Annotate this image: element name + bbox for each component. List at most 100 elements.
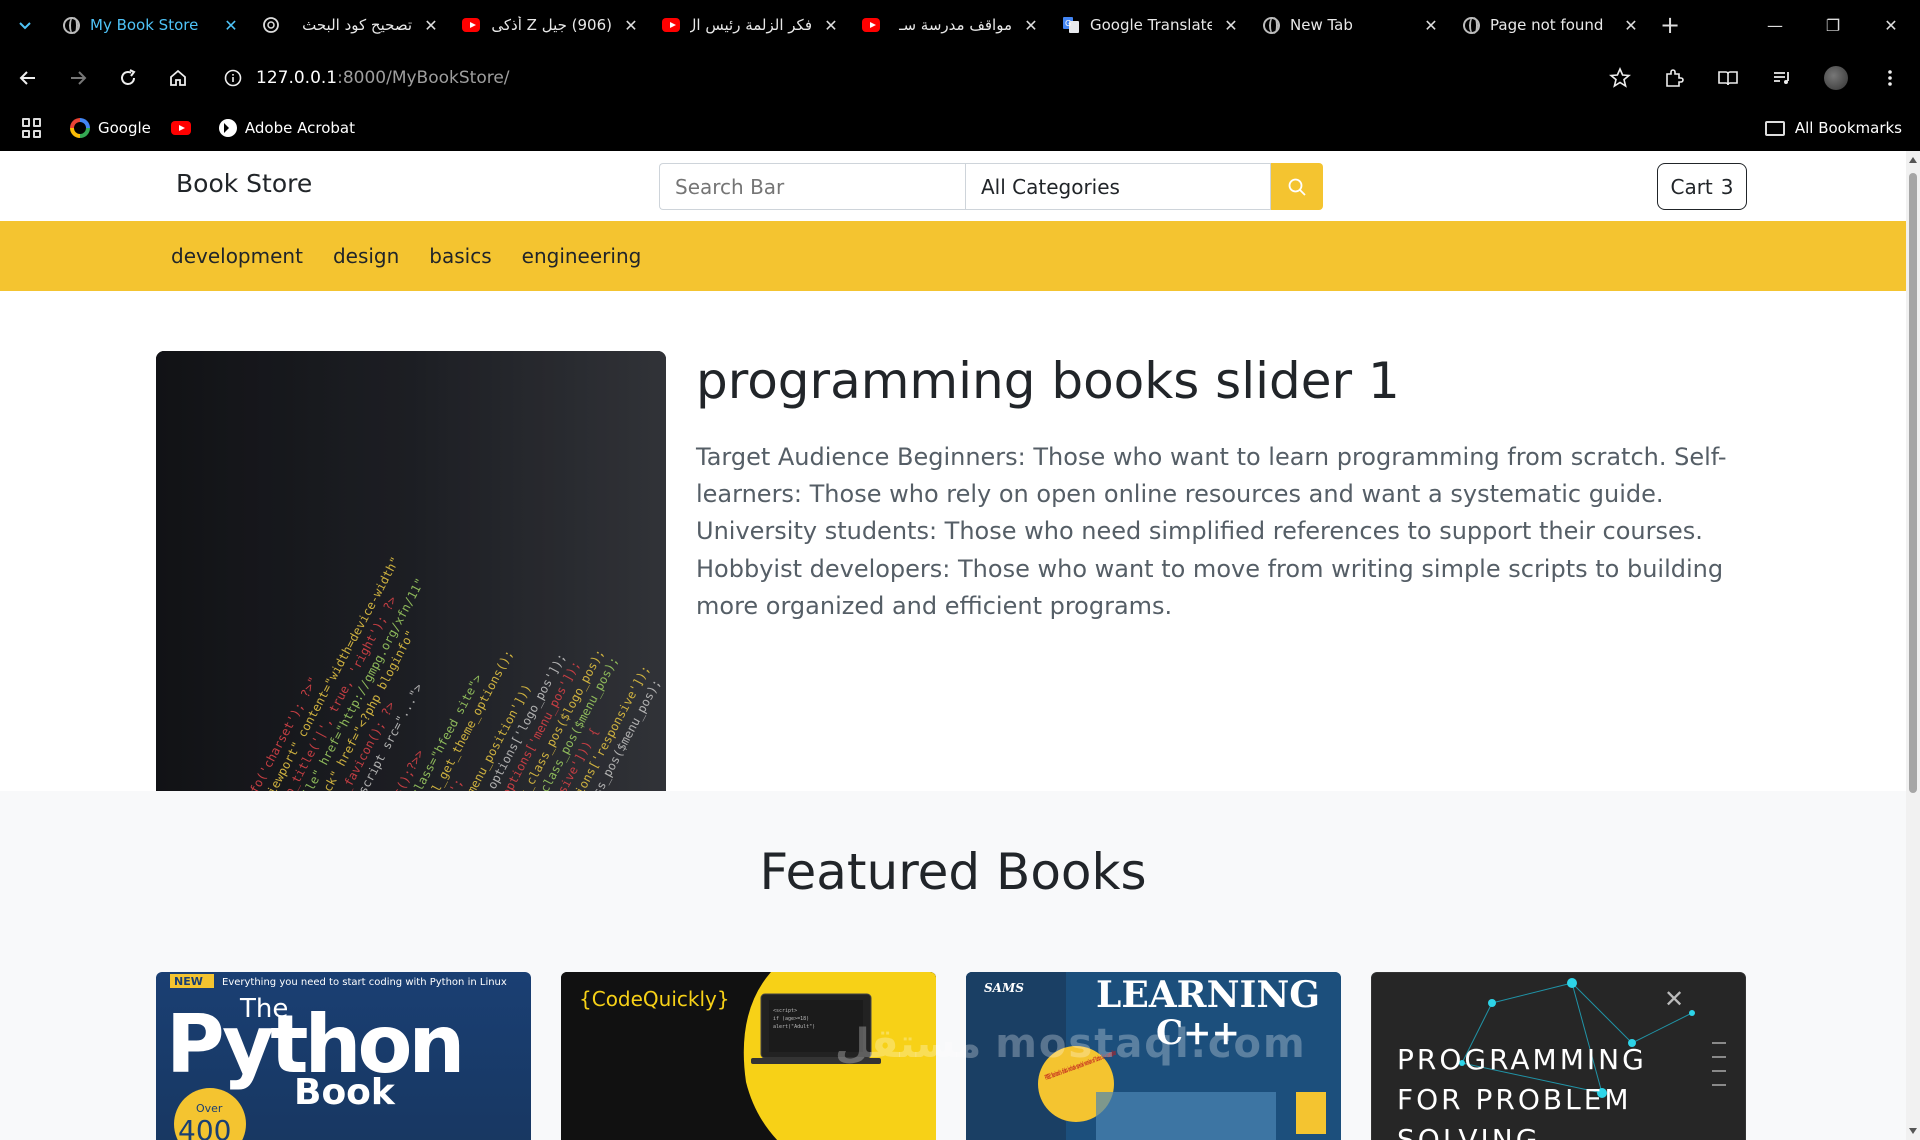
page-viewport: Book Store All Categories Cart 3 develop…: [0, 151, 1920, 1140]
bookmark-google[interactable]: Google: [70, 118, 151, 138]
youtube-icon: [862, 16, 880, 34]
tab-title: My Book Store: [90, 16, 199, 34]
scrollbar-thumb[interactable]: [1909, 173, 1917, 793]
tab-my-book-store[interactable]: My Book Store ✕: [50, 0, 250, 50]
svg-text:<script>: <script>: [773, 1008, 797, 1014]
forward-button[interactable]: [56, 58, 100, 98]
featured-title: Featured Books: [759, 843, 1147, 901]
featured-books-section: Featured Books NEW Everything you need t…: [0, 791, 1906, 1140]
book-title-sub: Book: [294, 1072, 396, 1113]
cart-label: Cart: [1670, 174, 1713, 199]
book-extra: 400: [178, 1114, 231, 1140]
category-link-design[interactable]: design: [333, 244, 399, 268]
brand-logo[interactable]: Book Store: [176, 169, 312, 198]
info-icon[interactable]: [224, 69, 242, 87]
svg-text:alert("Adult"): alert("Adult"): [773, 1024, 815, 1030]
tab-title: تصحيح كود البحث: [302, 16, 412, 34]
close-icon[interactable]: ✕: [422, 16, 440, 35]
book-card-python[interactable]: NEW Everything you need to start coding …: [156, 972, 531, 1140]
svg-text:✕: ✕: [1664, 985, 1684, 1013]
book-card-programming-problem-solving[interactable]: ✕ PROGRAMMING FOR PROBLEM SOLVING: [1371, 972, 1746, 1140]
book-subtitle-2: SOLVING: [1397, 1123, 1540, 1140]
playlist-icon: [1774, 71, 1789, 84]
bookmark-youtube[interactable]: [170, 121, 199, 135]
restore-button[interactable]: ❐: [1804, 0, 1862, 50]
hero-slider: <?php bloginfo('charset'); ?>" <meta nam…: [0, 291, 1906, 791]
close-icon[interactable]: ✕: [822, 16, 840, 35]
close-icon[interactable]: ✕: [1622, 16, 1640, 35]
bookmark-star-button[interactable]: [1600, 58, 1640, 98]
search-button[interactable]: [1271, 163, 1323, 210]
book-open-icon: [1718, 70, 1738, 85]
cart-button[interactable]: Cart 3: [1657, 163, 1747, 210]
svg-text:if (age>=18): if (age>=18): [773, 1016, 809, 1022]
close-icon[interactable]: ✕: [1222, 16, 1240, 35]
more-vertical-icon: [1888, 69, 1892, 86]
close-icon: ✕: [1884, 15, 1898, 35]
browser-toolbar: 127.0.0.1:8000/MyBookStore/: [0, 50, 1920, 105]
new-tab-button[interactable]: +: [1650, 0, 1690, 50]
tab-youtube-3[interactable]: مواقف مدرسة سـ ✕: [850, 0, 1050, 50]
book-title: LEARN: [655, 1132, 818, 1140]
tab-new-tab[interactable]: New Tab ✕: [1250, 0, 1450, 50]
all-bookmarks-button[interactable]: All Bookmarks: [1764, 119, 1902, 137]
category-select[interactable]: All Categories: [965, 163, 1271, 210]
home-icon: [170, 69, 186, 86]
close-icon[interactable]: ✕: [1022, 16, 1040, 35]
close-icon[interactable]: ✕: [1422, 16, 1440, 35]
hero-code-image: <?php bloginfo('charset'); ?>" <meta nam…: [156, 351, 666, 791]
url-path: :8000/MyBookStore/: [337, 67, 510, 88]
book-badge: NEW: [174, 975, 203, 988]
close-icon[interactable]: ✕: [622, 16, 640, 35]
acrobat-icon: [218, 119, 237, 137]
back-button[interactable]: [6, 58, 50, 98]
book-card-learning-cpp[interactable]: SAMS LEARNING C++ FREE! Borland's disks …: [966, 972, 1341, 1140]
youtube-icon: [662, 16, 680, 34]
tab-youtube-2[interactable]: فكر الزلمة رئيس ال ✕: [650, 0, 850, 50]
reading-mode-button[interactable]: [1708, 58, 1748, 98]
tab-page-not-found[interactable]: Page not found ✕: [1450, 0, 1650, 50]
tab-title: New Tab: [1290, 16, 1353, 34]
scroll-down-icon[interactable]: [1909, 1128, 1917, 1134]
book-card-codequickly[interactable]: {CodeQuickly} <script> if (age>=18) aler…: [561, 972, 936, 1140]
minimize-button[interactable]: —: [1746, 0, 1804, 50]
plus-icon: +: [1659, 11, 1681, 39]
book-tagline: Everything you need to start coding with…: [222, 977, 507, 988]
window-controls: — ❐ ✕: [1746, 0, 1920, 50]
book-publisher: SAMS: [984, 981, 1024, 995]
tab-chatgpt[interactable]: تصحيح كود البحث ✕: [250, 0, 450, 50]
hero-description: Target Audience Beginners: Those who wan…: [696, 443, 1727, 620]
chevron-down-icon: [19, 22, 31, 30]
close-icon[interactable]: ✕: [222, 16, 240, 35]
page-scrollbar[interactable]: [1906, 151, 1920, 1140]
tab-google-translate[interactable]: G Google Translate ✕: [1050, 0, 1250, 50]
home-button[interactable]: [156, 58, 200, 98]
scroll-up-icon[interactable]: [1909, 157, 1917, 163]
tab-youtube-1[interactable]: (906) جيل Z أذكى ✕: [450, 0, 650, 50]
browser-menu-button[interactable]: [1870, 58, 1910, 98]
profile-button[interactable]: [1816, 58, 1856, 98]
search-input[interactable]: [659, 163, 965, 210]
book-subtitle: FOR PROBLEM: [1397, 1083, 1632, 1116]
category-link-engineering[interactable]: engineering: [522, 244, 642, 268]
category-link-basics[interactable]: basics: [429, 244, 491, 268]
apps-grid-icon[interactable]: [22, 118, 42, 138]
address-bar[interactable]: 127.0.0.1:8000/MyBookStore/: [224, 68, 510, 88]
bookmark-label: Google: [98, 119, 151, 137]
globe-icon: [1262, 16, 1280, 34]
tab-search-button[interactable]: [0, 0, 50, 50]
browser-chrome: My Book Store ✕ تصحيح كود البحث ✕ (906) …: [0, 0, 1920, 151]
tab-title: Page not found: [1490, 16, 1604, 34]
extensions-button[interactable]: [1654, 58, 1694, 98]
restore-icon: ❐: [1825, 15, 1841, 35]
hero-title: programming books slider 1: [696, 352, 1400, 410]
hero-content: programming books slider 1 Target Audien…: [696, 351, 1736, 625]
bookmark-adobe-acrobat[interactable]: Adobe Acrobat: [218, 119, 355, 137]
category-link-development[interactable]: development: [171, 244, 303, 268]
window-close-button[interactable]: ✕: [1862, 0, 1920, 50]
reload-button[interactable]: [106, 58, 150, 98]
openai-icon: [262, 16, 280, 34]
media-controls-button[interactable]: [1762, 58, 1802, 98]
toolbar-actions: [1600, 50, 1910, 105]
google-translate-icon: G: [1062, 16, 1080, 34]
